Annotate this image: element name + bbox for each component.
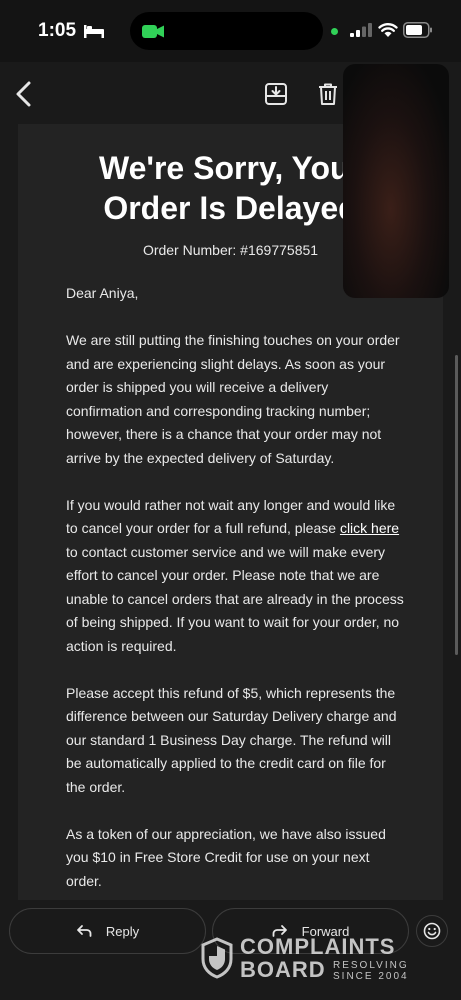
paragraph-delay-notice: We are still putting the finishing touch… xyxy=(66,332,400,466)
scrollbar-thumb[interactable] xyxy=(455,355,458,655)
paragraph-cancel-option: If you would rather not wait any longer … xyxy=(66,494,406,659)
archive-icon[interactable] xyxy=(264,82,288,106)
paragraph-refund: Please accept this refund of $5, which r… xyxy=(66,684,397,795)
watermark-tagline2: SINCE 2004 xyxy=(333,971,409,982)
reply-icon xyxy=(76,925,92,937)
paragraph-cancel-text-after: to contact customer service and we will … xyxy=(66,543,404,654)
status-time: 1:05 xyxy=(38,20,77,41)
privacy-indicator-dot xyxy=(331,28,338,35)
watermark-line1: COMPLAINTS xyxy=(240,934,396,959)
emoji-reaction-button[interactable] xyxy=(416,915,448,947)
dynamic-island[interactable] xyxy=(130,12,323,50)
complaints-board-watermark: COMPLAINTS BOARD RESOLVING SINCE 2004 xyxy=(200,935,415,985)
reply-label: Reply xyxy=(105,923,140,939)
facetime-pip-video[interactable] xyxy=(343,64,449,298)
battery-icon xyxy=(403,22,432,38)
paragraph-store-credit: As a token of our appreciation, we have … xyxy=(66,825,386,889)
back-icon[interactable] xyxy=(12,80,36,108)
watermark-tagline1: RESOLVING xyxy=(333,960,409,971)
status-bar: 1:05 xyxy=(0,0,461,62)
signal-icon xyxy=(350,23,372,37)
click-here-link[interactable]: click here xyxy=(340,520,399,536)
camera-icon xyxy=(142,25,164,38)
reply-button[interactable]: Reply xyxy=(9,908,206,954)
wifi-icon xyxy=(378,23,398,37)
trash-icon[interactable] xyxy=(316,82,340,106)
emoji-icon xyxy=(423,922,441,940)
bed-icon xyxy=(84,25,104,38)
email-text: Dear Aniya, We are still putting the fin… xyxy=(66,282,406,900)
shield-logo-icon xyxy=(201,937,233,979)
watermark-line2: BOARD xyxy=(240,957,326,982)
